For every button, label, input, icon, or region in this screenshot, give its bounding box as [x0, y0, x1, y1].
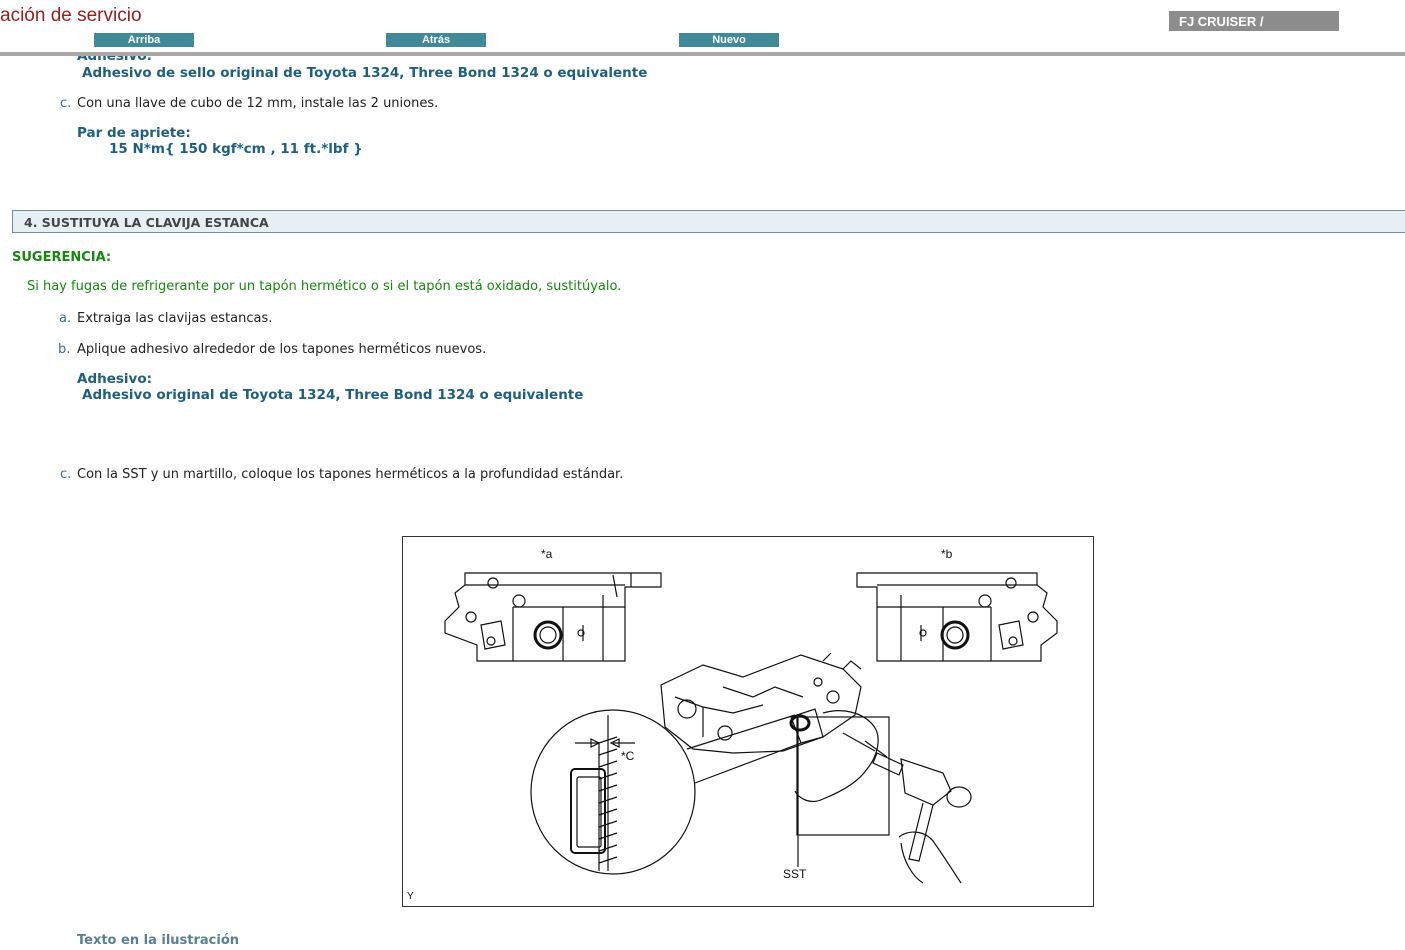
step-letter-a: a.: [59, 311, 72, 326]
engine-drawing: [444, 572, 1058, 884]
adhesive-label-cut: Adhesivo:: [77, 56, 153, 64]
block-view-a: [444, 572, 662, 662]
figure-label-y: Y: [407, 891, 414, 902]
step-b-text: Aplique adhesivo alrededor de los tapone…: [77, 342, 487, 357]
vehicle-badge: FJ CRUISER /: [1169, 11, 1339, 31]
page-title: ación de servicio: [0, 5, 142, 26]
step-c2-text: Con la SST y un martillo, coloque los ta…: [77, 467, 624, 482]
up-button[interactable]: Arriba: [94, 33, 194, 47]
new-button[interactable]: Nuevo: [679, 33, 779, 47]
sst-tool: [789, 708, 890, 867]
hint-label: SUGERENCIA:: [12, 250, 112, 265]
detail-circle: [530, 709, 696, 875]
hammer: [872, 752, 972, 884]
hint-text: Si hay fugas de refrigerante por un tapó…: [27, 279, 622, 294]
figure-label-b: *b: [941, 547, 953, 561]
block-view-b: [856, 572, 1058, 662]
step-c1-text: Con una llave de cubo de 12 mm, instale …: [77, 96, 439, 111]
document-body: Adhesivo: Adhesivo de sello original de …: [0, 56, 1405, 950]
torque-label: Par de apriete:: [77, 125, 191, 141]
header-bar: ación de servicio Arriba Atrás Nuevo FJ …: [0, 0, 1405, 52]
torque-value: 15 N*m{ 150 kgf*cm , 11 ft.*lbf }: [109, 141, 363, 157]
illustration: *a *b *C SST Y: [402, 536, 1094, 907]
figure-label-c: *C: [621, 749, 635, 763]
section-header: 4. SUSTITUYA LA CLAVIJA ESTANCA: [12, 210, 1405, 233]
figure-label-sst: SST: [783, 867, 807, 881]
step-letter-b: b.: [58, 342, 71, 357]
adhesive-spec-1: Adhesivo de sello original de Toyota 132…: [82, 65, 648, 81]
step-letter-c2: c.: [60, 467, 72, 482]
step-a-text: Extraiga las clavijas estancas.: [77, 311, 273, 326]
figure-label-a: *a: [541, 547, 553, 561]
engine-main: [660, 652, 862, 754]
illustration-text-heading: Texto en la ilustración: [77, 933, 240, 948]
step-letter-c1: c.: [60, 96, 72, 111]
adhesive-spec-2: Adhesivo original de Toyota 1324, Three …: [82, 387, 584, 403]
adhesive-label: Adhesivo:: [77, 371, 153, 387]
section-title: 4. SUSTITUYA LA CLAVIJA ESTANCA: [24, 215, 269, 230]
back-button[interactable]: Atrás: [386, 33, 486, 47]
